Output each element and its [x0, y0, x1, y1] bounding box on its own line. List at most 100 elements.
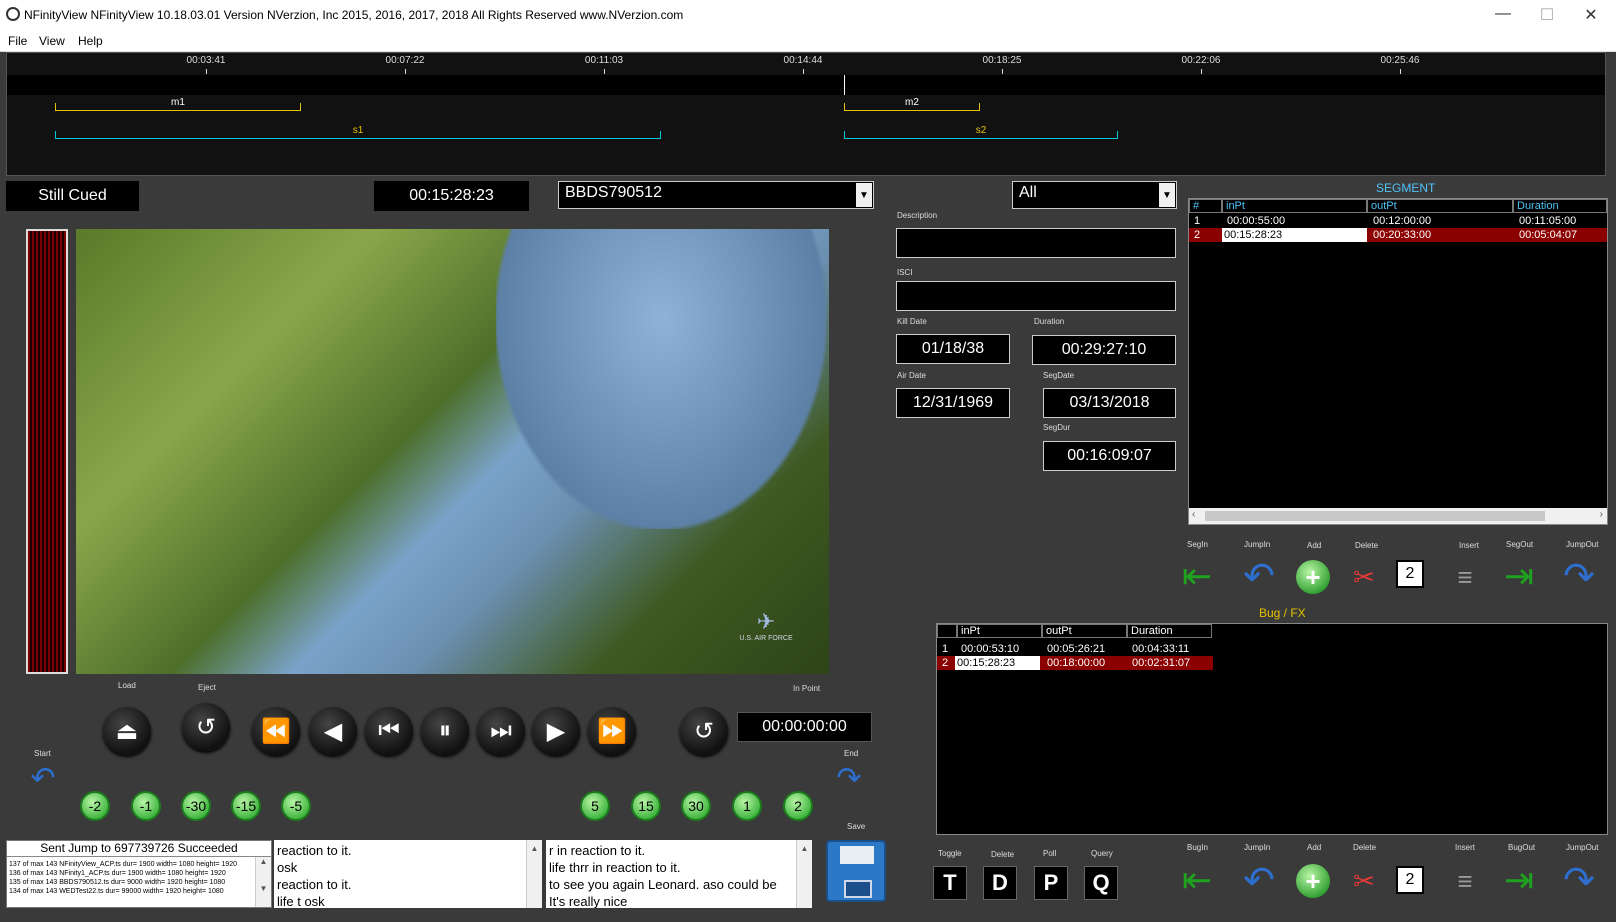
- table-row[interactable]: 2 00:15:28:23 00:18:00:00 00:02:31:07: [937, 656, 1213, 670]
- column-header[interactable]: outPt: [1367, 199, 1513, 213]
- filter-select[interactable]: All ▼: [1012, 181, 1177, 209]
- segment-count[interactable]: 2: [1396, 560, 1424, 588]
- app-icon: [6, 7, 20, 21]
- cell-in-edit[interactable]: 00:15:28:23: [955, 656, 1040, 670]
- scissors-icon[interactable]: ✂: [1348, 864, 1380, 898]
- jump-in-icon[interactable]: ↶: [1238, 860, 1280, 902]
- rewind-button[interactable]: ⏪: [252, 707, 300, 755]
- step-back-button[interactable]: ◀: [309, 707, 357, 755]
- jumpin-label: JumpIn: [1244, 843, 1271, 852]
- column-header[interactable]: inPt: [957, 624, 1042, 638]
- chevron-down-icon[interactable]: ▼: [1159, 183, 1175, 207]
- jog-back-button[interactable]: -5: [281, 791, 311, 821]
- seg-date-field[interactable]: 03/13/2018: [1043, 388, 1176, 418]
- start-icon[interactable]: ↶: [26, 762, 60, 795]
- jog-back-button[interactable]: -15: [231, 791, 261, 821]
- fast-forward-button[interactable]: ⏩: [588, 707, 636, 755]
- log-line: 136 of max 143 NFinity1_ACP.ts dur= 1900…: [9, 870, 226, 877]
- menu-help[interactable]: Help: [78, 34, 103, 48]
- jump-in-icon[interactable]: ↶: [1238, 556, 1280, 598]
- scroll-left-icon[interactable]: ‹: [1192, 509, 1195, 520]
- add-icon[interactable]: +: [1296, 560, 1330, 594]
- close-button[interactable]: ✕: [1576, 5, 1606, 25]
- jog-forward-button[interactable]: 5: [580, 791, 610, 821]
- seg-dur-field[interactable]: 00:16:09:07: [1043, 441, 1176, 471]
- next-button[interactable]: ⏭: [477, 707, 525, 755]
- jump-out-icon[interactable]: ↷: [1558, 556, 1600, 598]
- menu-view[interactable]: View: [39, 34, 65, 48]
- bug-out-icon[interactable]: ⇥: [1498, 859, 1540, 900]
- jog-forward-button[interactable]: 1: [732, 791, 762, 821]
- marker-m1[interactable]: m1: [55, 97, 301, 111]
- caption-panel-2[interactable]: r in reaction to it. life thrr in reacti…: [546, 840, 812, 908]
- horizontal-scrollbar[interactable]: ‹ ›: [1189, 508, 1607, 524]
- insert-icon[interactable]: ≡: [1448, 864, 1482, 898]
- segment-s2[interactable]: s2: [844, 125, 1118, 139]
- segment-s1[interactable]: s1: [55, 125, 661, 139]
- playhead[interactable]: [844, 75, 845, 95]
- kill-date-field[interactable]: 01/18/38: [896, 334, 1010, 364]
- column-header[interactable]: inPt: [1222, 199, 1367, 213]
- jog-forward-button[interactable]: 15: [631, 791, 661, 821]
- air-date-field[interactable]: 12/31/1969: [896, 388, 1010, 418]
- timeline-band[interactable]: [7, 75, 1605, 95]
- menu-file[interactable]: File: [8, 34, 27, 48]
- table-row[interactable]: 1 00:00:55:00 00:12:00:00 00:11:05:00: [1189, 214, 1607, 228]
- delete-button[interactable]: D: [983, 866, 1017, 900]
- seg-out-icon[interactable]: ⇥: [1498, 555, 1540, 596]
- timeline[interactable]: 00:03:41 00:07:22 00:11:03 00:14:44 00:1…: [6, 52, 1606, 176]
- jog-back-button[interactable]: -1: [131, 791, 161, 821]
- table-row[interactable]: 2 00:15:28:23 00:20:33:00 00:05:04:07: [1189, 228, 1607, 242]
- query-button[interactable]: Q: [1084, 866, 1118, 900]
- seg-dur-label: SegDur: [1043, 423, 1071, 432]
- isci-field[interactable]: [896, 281, 1176, 311]
- end-icon[interactable]: ↷: [832, 762, 866, 795]
- column-header[interactable]: Duration: [1127, 624, 1212, 638]
- caption-scrollbar[interactable]: ▲▼: [526, 840, 542, 908]
- eject-button[interactable]: ↺: [182, 703, 230, 751]
- timeline-tick: 00:03:41: [186, 55, 226, 66]
- cell-in-edit[interactable]: 00:15:28:23: [1222, 228, 1367, 242]
- scroll-thumb[interactable]: [1205, 511, 1545, 521]
- jog-forward-button[interactable]: 2: [783, 791, 813, 821]
- save-icon[interactable]: [826, 840, 886, 902]
- segment-table[interactable]: # inPt outPt Duration 1 00:00:55:00 00:1…: [1188, 198, 1608, 525]
- load-button[interactable]: ⏏: [103, 707, 151, 755]
- seg-in-icon[interactable]: ⇤: [1176, 555, 1218, 596]
- column-header[interactable]: #: [1189, 199, 1222, 213]
- add-icon[interactable]: +: [1296, 864, 1330, 898]
- clip-select[interactable]: BBDS790512 ▼: [558, 181, 874, 209]
- previous-button[interactable]: ⏮: [365, 707, 413, 755]
- play-button[interactable]: ▶: [532, 707, 580, 755]
- toggle-button[interactable]: T: [933, 866, 967, 900]
- table-row[interactable]: 1 00:00:53:10 00:05:26:21 00:04:33:11: [937, 642, 1607, 656]
- pause-button[interactable]: ⏸: [421, 707, 469, 755]
- scroll-right-icon[interactable]: ›: [1600, 509, 1603, 520]
- jog-forward-button[interactable]: 30: [681, 791, 711, 821]
- log-panel[interactable]: Sent Jump to 697739726 Succeeded 137 of …: [6, 840, 272, 908]
- jog-back-button[interactable]: -2: [80, 791, 110, 821]
- cell-in: 00:00:53:10: [961, 643, 1020, 655]
- insert-icon[interactable]: ≡: [1448, 560, 1482, 594]
- maximize-button[interactable]: ☐: [1532, 5, 1562, 25]
- bug-in-icon[interactable]: ⇤: [1176, 859, 1218, 900]
- caption-panel-1[interactable]: reaction to it. osk reaction to it. life…: [274, 840, 542, 908]
- marker-m2[interactable]: m2: [844, 97, 980, 111]
- column-header[interactable]: Duration: [1513, 199, 1607, 213]
- scissors-icon[interactable]: ✂: [1348, 560, 1380, 594]
- jump-out-icon[interactable]: ↷: [1558, 860, 1600, 902]
- jog-back-button[interactable]: -30: [181, 791, 211, 821]
- description-field[interactable]: [896, 228, 1176, 258]
- chevron-down-icon[interactable]: ▼: [856, 183, 872, 207]
- caption-scrollbar[interactable]: ▲▼: [796, 840, 812, 908]
- minimize-button[interactable]: —: [1488, 5, 1518, 23]
- column-header[interactable]: outPt: [1042, 624, 1127, 638]
- bug-table[interactable]: inPt outPt Duration 1 00:00:53:10 00:05:…: [936, 623, 1608, 835]
- log-scrollbar[interactable]: ▲ ▼: [255, 857, 271, 907]
- loop-button[interactable]: ↺: [680, 707, 728, 755]
- duration-field[interactable]: 00:29:27:10: [1032, 335, 1176, 365]
- isci-label: ISCI: [897, 268, 913, 277]
- marker-label: m1: [169, 97, 187, 108]
- poll-button[interactable]: P: [1034, 866, 1068, 900]
- bug-count[interactable]: 2: [1396, 866, 1424, 894]
